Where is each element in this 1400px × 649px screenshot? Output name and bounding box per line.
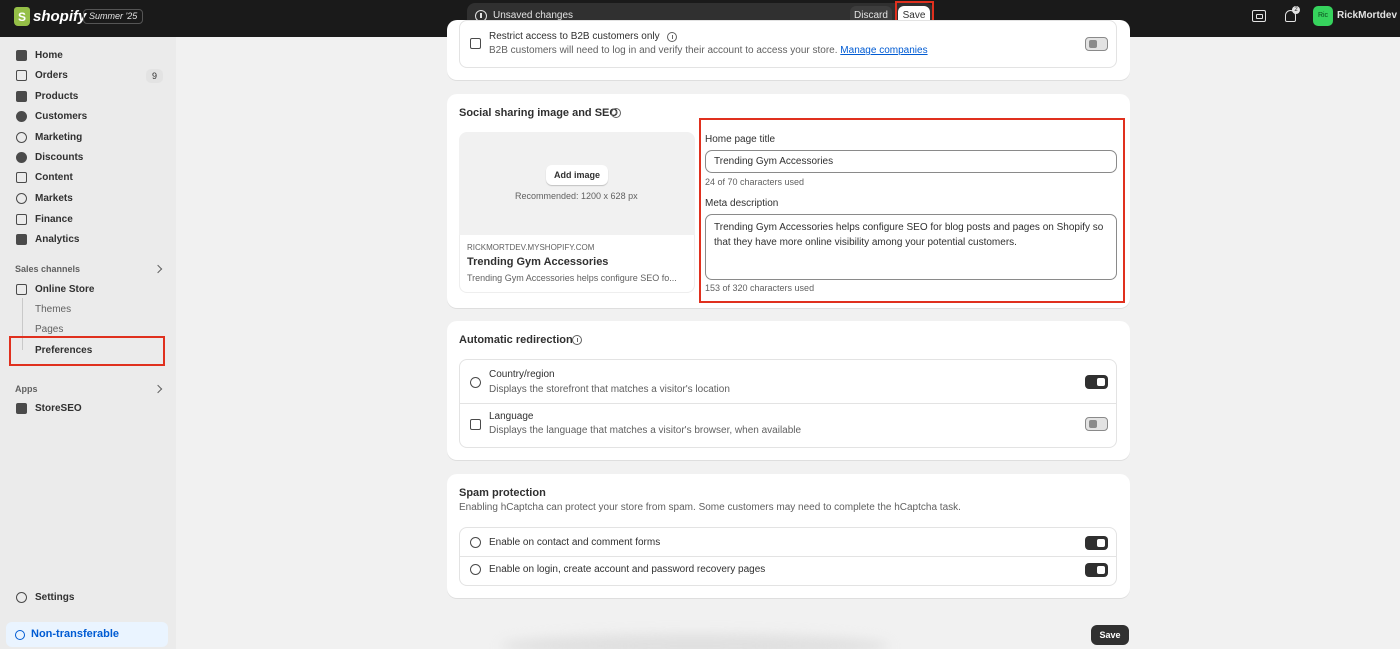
sidebar-item-content[interactable]: Content — [16, 168, 73, 186]
language-toggle[interactable] — [1085, 417, 1108, 431]
username[interactable]: RickMortdev — [1337, 10, 1397, 21]
seo-title: Social sharing image and SEO — [459, 107, 618, 119]
language-icon — [470, 419, 481, 430]
login-pages-toggle[interactable] — [1085, 563, 1108, 577]
sidebar-item-label: StoreSEO — [35, 402, 82, 414]
info-icon[interactable] — [572, 335, 582, 345]
person-icon — [470, 564, 481, 575]
sidebar-subitem-themes[interactable]: Themes — [35, 304, 71, 315]
toast-shadow — [500, 634, 890, 649]
person-icon — [16, 110, 27, 122]
target-icon — [16, 131, 27, 143]
content-icon — [16, 171, 27, 183]
b2b-toggle[interactable] — [1085, 37, 1108, 51]
b2b-title: Restrict access to B2B customers only — [489, 31, 660, 42]
shopify-bag-icon — [14, 7, 30, 26]
sidebar-item-customers[interactable]: Customers — [16, 107, 87, 125]
country-region-desc: Displays the storefront that matches a v… — [489, 384, 730, 395]
preview-domain: RICKMORTDEV.MYSHOPIFY.COM — [467, 243, 595, 252]
avatar[interactable]: Ric — [1313, 6, 1333, 26]
store-icon — [16, 283, 27, 295]
globe-icon — [16, 192, 27, 204]
info-icon — [15, 630, 25, 640]
gear-icon — [16, 591, 27, 603]
sidebar-item-storeseo[interactable]: StoreSEO — [16, 399, 82, 417]
storeseo-icon — [16, 402, 27, 414]
logo-text: shopify — [33, 8, 87, 25]
sidebar-item-home[interactable]: Home — [16, 46, 63, 64]
sidebar-item-label: Analytics — [35, 233, 80, 245]
country-region-toggle[interactable] — [1085, 375, 1108, 389]
recommended-size: Recommended: 1200 x 628 px — [515, 191, 638, 201]
sidebar-item-settings[interactable]: Settings — [16, 588, 74, 606]
tag-icon — [16, 90, 27, 102]
sidebar-item-analytics[interactable]: Analytics — [16, 230, 79, 248]
sidebar-item-finance[interactable]: Finance — [16, 210, 73, 228]
non-transferable-badge[interactable]: Non-transferable — [6, 622, 168, 647]
b2b-description: B2B customers will need to log in and ve… — [489, 45, 928, 56]
bank-icon — [16, 213, 27, 225]
sidebar-item-label: Settings — [35, 591, 75, 603]
home-icon — [16, 49, 27, 61]
language-desc: Displays the language that matches a vis… — [489, 425, 802, 436]
sidebar-item-label: Markets — [35, 192, 73, 204]
sidebar-item-label: Finance — [35, 213, 73, 225]
shopify-logo[interactable]: shopify — [14, 7, 86, 26]
sidebar-item-marketing[interactable]: Marketing — [16, 128, 82, 146]
spam-desc: Enabling hCaptcha can protect your store… — [459, 502, 961, 513]
info-icon[interactable] — [611, 108, 621, 118]
divider — [460, 556, 1116, 557]
sidebar-item-label: Discounts — [35, 151, 84, 163]
sales-channels-label[interactable]: Sales channels — [15, 264, 80, 274]
edition-badge: Summer '25 — [83, 9, 144, 24]
sidebar-item-label: Online Store — [35, 283, 95, 295]
sidebar-item-label: Content — [35, 171, 73, 183]
spam-title: Spam protection — [459, 487, 546, 499]
sidebar-item-label: Marketing — [35, 131, 83, 143]
manage-companies-link[interactable]: Manage companies — [840, 45, 927, 56]
sidebar-item-orders[interactable]: Orders — [16, 66, 68, 84]
notification-badge: 2 — [1292, 6, 1300, 14]
language-title: Language — [489, 411, 534, 422]
contact-forms-toggle[interactable] — [1085, 536, 1108, 550]
seo-fields-highlight — [699, 118, 1125, 303]
contact-forms-title: Enable on contact and comment forms — [489, 537, 661, 548]
sidebar-item-online-store[interactable]: Online Store — [16, 280, 94, 298]
info-icon[interactable] — [667, 32, 677, 42]
sidebar-item-label: Products — [35, 90, 79, 102]
preview-title: Trending Gym Accessories — [467, 256, 609, 268]
orders-count-badge: 9 — [146, 69, 163, 83]
globe-icon — [470, 377, 481, 388]
login-pages-title: Enable on login, create account and pass… — [489, 564, 766, 575]
preview-description: Trending Gym Accessories helps configure… — [467, 273, 677, 283]
apps-label[interactable]: Apps — [15, 384, 38, 394]
save-button-bottom[interactable]: Save — [1091, 625, 1129, 645]
divider — [460, 403, 1116, 404]
orders-icon — [16, 69, 27, 81]
chart-icon — [16, 233, 27, 245]
b2b-box — [459, 20, 1117, 68]
store-icon[interactable] — [1252, 10, 1266, 22]
b2b-desc-text: B2B customers will need to log in and ve… — [489, 45, 838, 56]
sidebar-item-markets[interactable]: Markets — [16, 189, 73, 207]
comment-icon — [470, 537, 481, 548]
country-region-title: Country/region — [489, 369, 555, 380]
sidebar-item-label: Customers — [35, 110, 88, 122]
preferences-highlight — [9, 336, 165, 366]
redirection-title: Automatic redirection — [459, 334, 573, 346]
non-transferable-label: Non-transferable — [31, 628, 120, 640]
add-image-button[interactable]: Add image — [546, 165, 608, 185]
sidebar-item-products[interactable]: Products — [16, 87, 78, 105]
sidebar-item-label: Orders — [35, 69, 68, 81]
discount-icon — [16, 151, 27, 163]
sidebar-subitem-pages[interactable]: Pages — [35, 324, 63, 335]
sidebar-item-label: Home — [35, 49, 63, 61]
lock-icon — [470, 38, 481, 49]
sidebar-item-discounts[interactable]: Discounts — [16, 148, 83, 166]
